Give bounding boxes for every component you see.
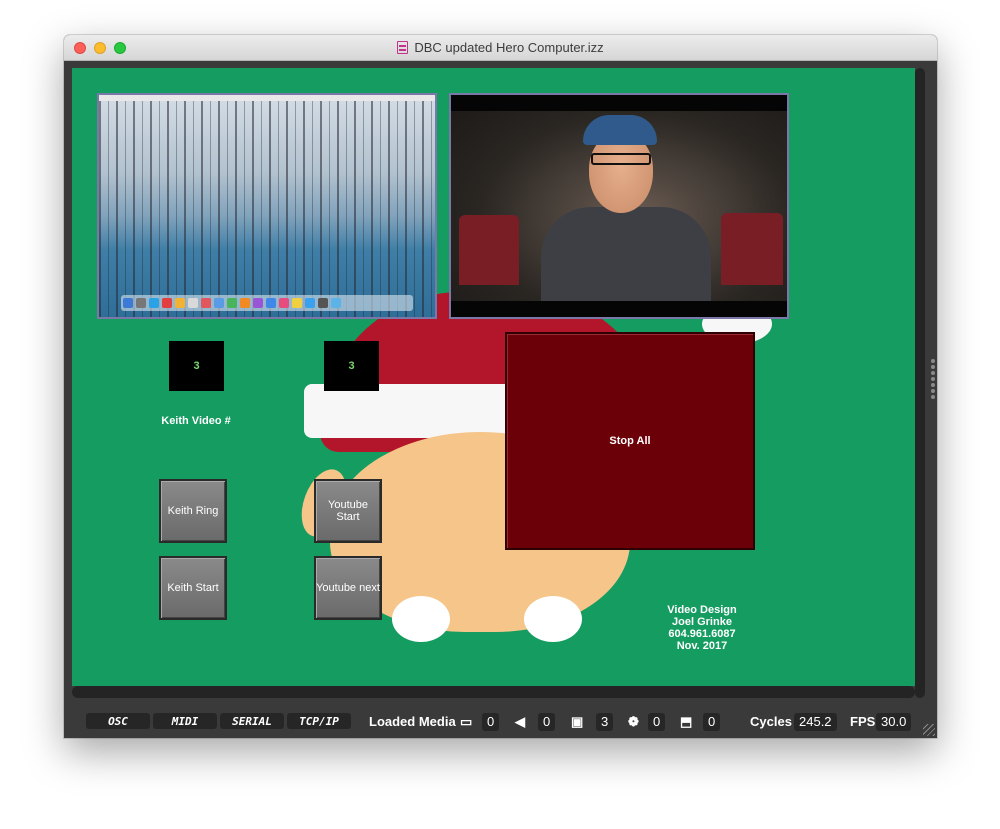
vertical-scrollbar[interactable] [915, 68, 925, 698]
left-foot-shape [392, 596, 450, 642]
credits-block: Video Design Joel Grinke 604.961.6087 No… [647, 604, 757, 652]
fps-value: 30.0 [876, 713, 912, 731]
stage-canvas: 3 3 Keith Video # Keith Ring Keith Start… [72, 68, 915, 686]
stop-all-button[interactable]: Stop All [505, 332, 755, 550]
object-count: 0 [703, 713, 721, 731]
theater-seat [721, 213, 783, 285]
credits-line: Nov. 2017 [676, 640, 728, 652]
desktop-dock [121, 295, 413, 311]
keith-start-button[interactable]: Keith Start [159, 556, 227, 620]
desktop-menubar [99, 95, 435, 101]
speaker-icon: ◀ [515, 714, 525, 729]
desktop-preview [97, 93, 437, 319]
person-head [589, 133, 653, 213]
tcpip-tab[interactable]: TCP/IP [287, 713, 351, 729]
credits-line: Joel Grinke [672, 616, 732, 628]
window-title: DBC updated Hero Computer.izz [64, 40, 937, 55]
loaded-media-label: Loaded Media [369, 714, 456, 729]
window-resize-grip[interactable] [923, 724, 935, 736]
palette-icon: ❁ [628, 714, 639, 729]
panel-resize-handle[interactable] [929, 357, 937, 411]
sound-count: 0 [538, 713, 556, 731]
cycles-label: Cycles [750, 714, 792, 729]
credits-line: 604.961.6087 [668, 628, 736, 640]
window-title-text: DBC updated Hero Computer.izz [414, 40, 604, 55]
osc-tab[interactable]: OSC [86, 713, 150, 729]
theater-seat [459, 215, 519, 285]
youtube-start-button[interactable]: Youtube Start [314, 479, 382, 543]
cycles-value: 245.2 [794, 713, 837, 731]
fps-label: FPS [850, 714, 876, 729]
status-bar: OSC MIDI SERIAL TCP/IP Loaded Media ▭ 0 … [64, 706, 937, 738]
midi-tab[interactable]: MIDI [153, 713, 217, 729]
youtube-video-number: 3 [324, 341, 379, 391]
font-count: 0 [648, 713, 666, 731]
credits-line: Video Design [667, 604, 737, 616]
right-foot-shape [524, 596, 582, 642]
picture-count: 3 [596, 713, 614, 731]
camera-preview [449, 93, 789, 319]
app-window: DBC updated Hero Computer.izz 3 3 Keith … [64, 35, 937, 738]
film-icon: ▭ [460, 714, 473, 729]
keith-ring-button[interactable]: Keith Ring [159, 479, 227, 543]
movie-count: 0 [482, 713, 500, 731]
letterbox-bottom [451, 301, 787, 317]
letterbox-top [451, 95, 787, 111]
youtube-next-button[interactable]: Youtube next [314, 556, 382, 620]
keith-video-label: Keith Video # [161, 415, 231, 427]
horizontal-scrollbar[interactable] [72, 686, 915, 698]
person-cap [583, 115, 657, 145]
person-glasses [591, 153, 651, 165]
serial-tab[interactable]: SERIAL [220, 713, 284, 729]
cube-icon: ⬒ [680, 714, 693, 729]
document-icon [397, 41, 409, 54]
keith-video-number: 3 [169, 341, 224, 391]
picture-icon: ▣ [571, 714, 584, 729]
title-bar: DBC updated Hero Computer.izz [64, 35, 937, 61]
